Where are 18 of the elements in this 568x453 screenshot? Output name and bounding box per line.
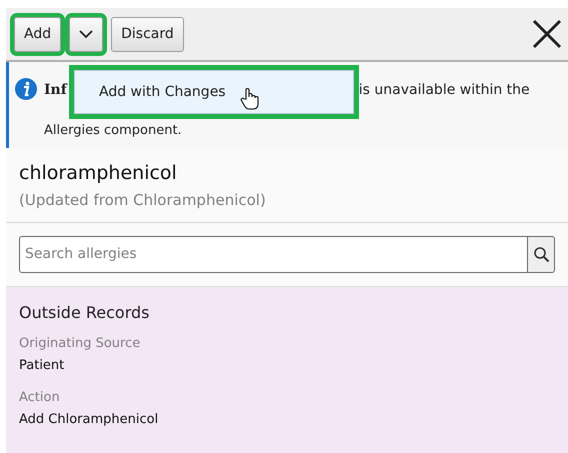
search-icon <box>532 246 550 263</box>
allergen-name: chloramphenicol <box>19 161 177 186</box>
info-icon <box>15 78 37 100</box>
caret-icon <box>79 30 94 38</box>
field-label: Action <box>19 389 60 407</box>
close-icon[interactable] <box>532 19 562 49</box>
hand-cursor-icon <box>240 87 260 111</box>
info-text: Allergies component. <box>44 122 182 140</box>
section-title: Outside Records <box>19 302 150 324</box>
search-button[interactable] <box>528 236 555 273</box>
field-value: Patient <box>19 357 64 375</box>
info-title: Inf <box>44 81 67 100</box>
allergen-note: (Updated from Chloramphenicol) <box>19 190 266 211</box>
field-label: Originating Source <box>19 335 140 353</box>
info-text: is unavailable within the <box>358 81 530 100</box>
field-value: Add Chloramphenicol <box>19 411 158 429</box>
toolbar-button[interactable]: Discard <box>111 16 184 52</box>
search-field[interactable]: Search allergies <box>19 236 528 273</box>
